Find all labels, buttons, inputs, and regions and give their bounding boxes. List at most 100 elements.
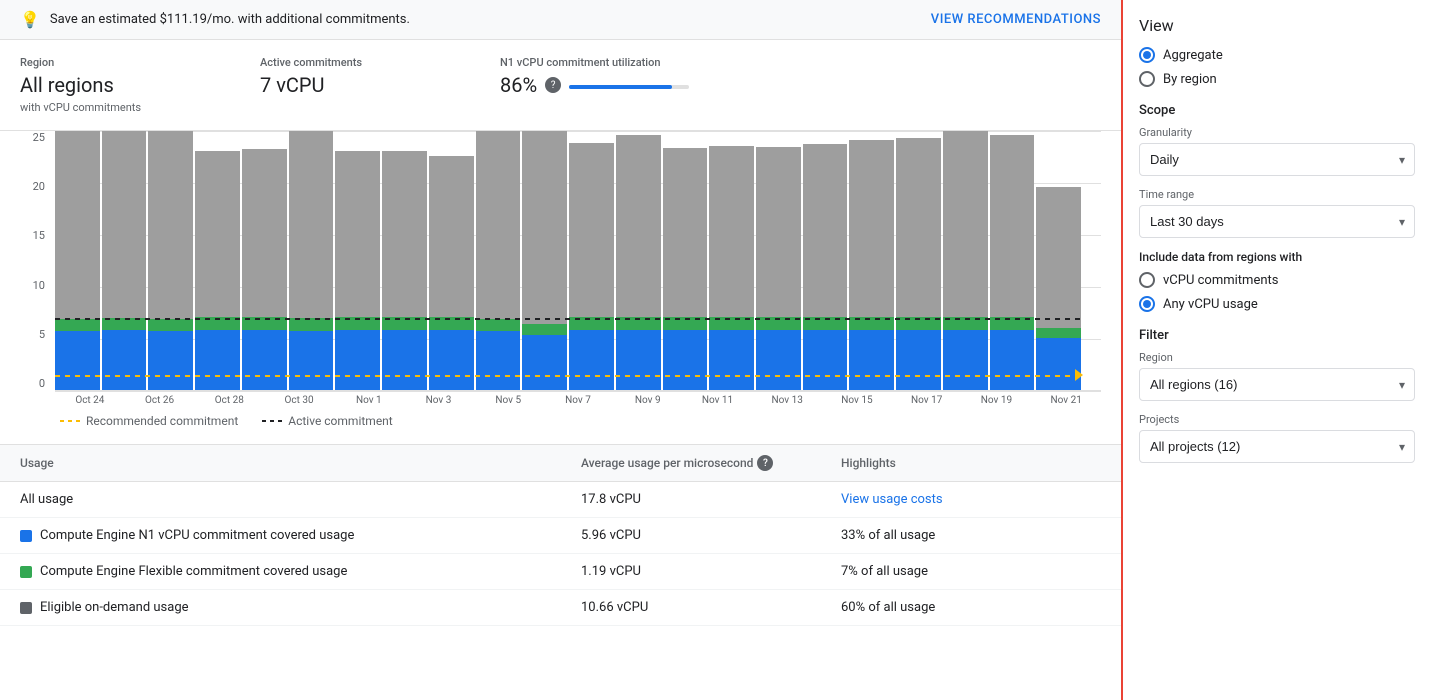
bar-blue-segment [709, 330, 754, 390]
legend-active-label: Active commitment [288, 414, 392, 428]
legend-recommended-label: Recommended commitment [86, 414, 238, 428]
bar-column [476, 131, 521, 390]
bar-chart: 25 20 15 10 5 0 [55, 131, 1101, 391]
y-axis: 25 20 15 10 5 0 [5, 131, 45, 390]
bar-column [616, 131, 661, 390]
col-avg: Average usage per microsecond ? [581, 455, 841, 471]
help-icon[interactable]: ? [545, 77, 561, 93]
radio-aggregate-label: Aggregate [1163, 48, 1223, 63]
n1-color-dot [20, 530, 32, 542]
bar-green-segment [476, 319, 521, 331]
bar-blue-segment [55, 331, 100, 390]
table-row: Compute Engine Flexible commitment cover… [0, 554, 1121, 590]
bar-green-segment [429, 317, 474, 329]
active-line-icon [262, 420, 282, 422]
highlight-n1: 33% of all usage [841, 528, 1101, 543]
radio-vcpu-commitments[interactable]: vCPU commitments [1139, 272, 1415, 288]
table-row: All usage 17.8 vCPU View usage costs [0, 482, 1121, 518]
bar-blue-segment [382, 330, 427, 390]
bar-blue-segment [195, 330, 240, 390]
table-row: Eligible on-demand usage 10.66 vCPU 60% … [0, 590, 1121, 626]
radio-aggregate[interactable]: Aggregate [1139, 47, 1415, 63]
ondemand-color-dot [20, 602, 32, 614]
bar-green-segment [756, 317, 801, 329]
bar-column [943, 131, 988, 390]
bar-gray-segment [242, 149, 287, 317]
bar-column [849, 131, 894, 390]
region-filter-group: Region All regions (16) [1139, 351, 1415, 401]
avg-help-icon[interactable]: ? [757, 455, 773, 471]
bar-blue-segment [522, 335, 567, 390]
avg-ondemand: 10.66 vCPU [581, 600, 841, 615]
bar-green-segment [522, 324, 567, 335]
bar-gray-segment [569, 143, 614, 318]
time-range-select[interactable]: Last 7 days Last 30 days Last 90 days [1139, 205, 1415, 238]
x-label: Oct 30 [264, 395, 334, 406]
bar-blue-segment [943, 330, 988, 390]
include-data-group: Include data from regions with vCPU comm… [1139, 250, 1415, 312]
bar-green-segment [242, 317, 287, 329]
x-label: Oct 26 [125, 395, 195, 406]
bar-blue-segment [476, 331, 521, 390]
bar-blue-segment [1036, 338, 1081, 390]
bar-group [55, 131, 1081, 390]
savings-banner: 💡 Save an estimated $111.19/mo. with add… [0, 0, 1121, 40]
radio-any-vcpu[interactable]: Any vCPU usage [1139, 296, 1415, 312]
bar-green-segment [990, 317, 1035, 329]
view-radio-group: Aggregate By region [1139, 47, 1415, 87]
radio-vcpu-commitments-label: vCPU commitments [1163, 273, 1278, 288]
col-avg-label: Average usage per microsecond [581, 456, 753, 470]
region-label: Region [20, 56, 220, 69]
bar-blue-segment [148, 331, 193, 390]
view-usage-costs-link[interactable]: View usage costs [841, 492, 943, 507]
bar-column [289, 131, 334, 390]
bar-green-segment [289, 318, 334, 330]
utilization-bar [569, 85, 689, 89]
projects-filter-wrapper: All projects (12) [1139, 430, 1415, 463]
radio-byregion-label: By region [1163, 72, 1217, 87]
x-label: Oct 24 [55, 395, 125, 406]
bar-column [429, 131, 474, 390]
bar-green-segment [55, 319, 100, 331]
bar-column [803, 131, 848, 390]
radio-byregion[interactable]: By region [1139, 71, 1415, 87]
bar-green-segment [896, 317, 941, 329]
filter-title: Filter [1139, 328, 1415, 343]
recommended-line-icon [60, 420, 80, 422]
granularity-select[interactable]: Daily Weekly Monthly [1139, 143, 1415, 176]
bar-blue-segment [803, 330, 848, 390]
bar-column [709, 131, 754, 390]
bar-column [663, 131, 708, 390]
util-row: 86% ? [500, 73, 1101, 97]
x-label: Nov 17 [892, 395, 962, 406]
bar-green-segment [1036, 328, 1081, 338]
x-label: Nov 19 [962, 395, 1032, 406]
bar-column [382, 131, 427, 390]
scope-title: Scope [1139, 103, 1415, 118]
bar-gray-segment [195, 151, 240, 317]
bar-blue-segment [616, 330, 661, 390]
bar-gray-segment [803, 144, 848, 318]
legend-active: Active commitment [262, 414, 392, 428]
x-label: Nov 9 [613, 395, 683, 406]
bar-gray-segment [289, 131, 334, 318]
region-filter-select[interactable]: All regions (16) [1139, 368, 1415, 401]
x-label: Nov 15 [822, 395, 892, 406]
projects-filter-select[interactable]: All projects (12) [1139, 430, 1415, 463]
bar-gray-segment [849, 140, 894, 317]
table-row: Compute Engine N1 vCPU commitment covere… [0, 518, 1121, 554]
bar-blue-segment [663, 330, 708, 390]
usage-table: Usage Average usage per microsecond ? Hi… [0, 444, 1121, 626]
bar-green-segment [943, 317, 988, 329]
bar-column [195, 131, 240, 390]
granularity-group: Granularity Daily Weekly Monthly [1139, 126, 1415, 176]
usage-label-allusage: All usage [20, 492, 581, 507]
view-recommendations-link[interactable]: VIEW RECOMMENDATIONS [931, 12, 1101, 27]
bar-blue-segment [289, 331, 334, 390]
bar-gray-segment [429, 156, 474, 317]
bar-green-segment [382, 317, 427, 329]
x-label: Nov 13 [752, 395, 822, 406]
bar-column [55, 131, 100, 390]
radio-any-vcpu-circle [1139, 296, 1155, 312]
bar-green-segment [849, 317, 894, 329]
